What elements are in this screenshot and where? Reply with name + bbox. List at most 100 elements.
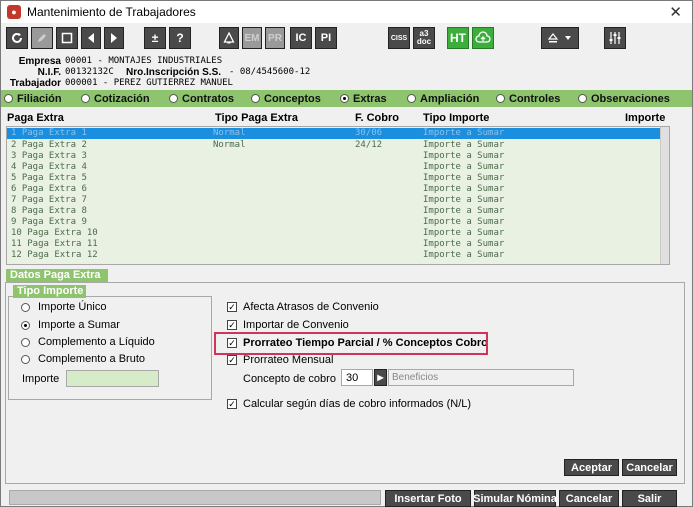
eject-dropdown-button[interactable] <box>541 27 579 49</box>
concepto-cobro-label: Concepto de cobro <box>243 373 336 385</box>
option-importe-a-sumar[interactable]: Importe a Sumar <box>21 319 120 331</box>
tab-radio <box>496 94 505 103</box>
col-paga-extra: Paga Extra <box>7 112 64 124</box>
previous-button[interactable] <box>81 27 101 49</box>
checkbox: ✓ <box>227 301 237 312</box>
insertar-foto-button[interactable]: Insertar Foto <box>385 490 471 507</box>
table-row[interactable]: 5 Paga Extra 5 Importe a Sumar <box>7 173 661 184</box>
cell-tipo-importe: Importe a Sumar <box>423 173 505 183</box>
cloud-upload-button[interactable] <box>472 27 494 49</box>
highlight-box <box>214 332 488 355</box>
cancelar-footer-button[interactable]: Cancelar <box>559 490 619 507</box>
tab-contratos[interactable]: Contratos <box>169 91 234 106</box>
tab-label: Observaciones <box>591 92 670 105</box>
importe-input[interactable] <box>66 370 159 387</box>
next-button[interactable] <box>104 27 124 49</box>
table-row[interactable]: 9 Paga Extra 9 Importe a Sumar <box>7 217 661 228</box>
concepto-description-field: Beneficios <box>388 369 574 386</box>
table-row[interactable]: 3 Paga Extra 3 Importe a Sumar <box>7 151 661 162</box>
edit-button[interactable] <box>31 27 53 49</box>
main-window: ● Mantenimiento de Trabajadores ✕ ± ? EM… <box>0 0 693 507</box>
close-icon[interactable]: ✕ <box>669 3 682 21</box>
empresa-value: 00001 - MONTAJES INDUSTRIALES <box>65 56 223 66</box>
calcular-dias-checkbox[interactable]: ✓ Calcular según días de cobro informados… <box>227 398 471 410</box>
tab-filiacion[interactable]: Filiación <box>4 91 62 106</box>
cell-tipo-importe: Importe a Sumar <box>423 239 505 249</box>
arrow-right-icon <box>111 33 117 43</box>
grid-scrollbar[interactable] <box>660 127 669 264</box>
window-title: Mantenimiento de Trabajadores <box>27 5 196 19</box>
salir-button[interactable]: Salir <box>622 490 677 507</box>
cell-paga: 11 Paga Extra 11 <box>11 239 98 249</box>
trabajador-value: 000001 - PEREZ GUTIERREZ MANUEL <box>65 78 233 88</box>
plus-minus-button[interactable]: ± <box>144 27 166 49</box>
table-row[interactable]: 7 Paga Extra 7 Importe a Sumar <box>7 195 661 206</box>
cell-tipo-importe: Importe a Sumar <box>423 162 505 172</box>
refresh-icon <box>12 32 22 43</box>
cell-paga: 10 Paga Extra 10 <box>11 228 98 238</box>
tab-conceptos[interactable]: Conceptos <box>251 91 321 106</box>
table-row[interactable]: 11 Paga Extra 11 Importe a Sumar <box>7 239 661 250</box>
ic-button[interactable]: IC <box>290 27 312 49</box>
tab-label: Contratos <box>182 92 234 105</box>
tab-ampliacion[interactable]: Ampliación <box>407 91 479 106</box>
nro-inscripcion-label: Nro.Inscripción S.S. <box>126 67 222 78</box>
ht-button[interactable]: HT <box>447 27 469 49</box>
tab-extras[interactable]: Extras <box>340 91 387 106</box>
pr-button[interactable]: PR <box>265 27 285 49</box>
bell-button[interactable] <box>219 27 239 49</box>
aceptar-button[interactable]: Aceptar <box>564 459 619 476</box>
table-row[interactable]: 8 Paga Extra 8 Importe a Sumar <box>7 206 661 217</box>
pi-button[interactable]: PI <box>315 27 337 49</box>
a3doc-button[interactable]: a3 doc <box>413 27 435 49</box>
tab-cotizacion[interactable]: Cotización <box>81 91 150 106</box>
radio-button-selected <box>21 320 30 330</box>
simular-nomina-button[interactable]: Simular Nómina <box>473 490 557 507</box>
grid-header: Paga Extra Tipo Paga Extra F. Cobro Tipo… <box>7 111 667 125</box>
prorrateo-mensual-checkbox[interactable]: ✓ Prorrateo Mensual <box>227 354 334 366</box>
help-button[interactable]: ? <box>169 27 191 49</box>
option-label: Complemento a Líquido <box>38 336 155 348</box>
concepto-lookup-button[interactable]: ▶ <box>374 369 387 386</box>
nro-inscripcion-value: - 08/4545600-12 <box>229 67 311 77</box>
table-row[interactable]: 1 Paga Extra 1 Normal 30/06 Importe a Sumar <box>7 128 661 139</box>
ciss-button[interactable]: CISS <box>388 27 410 49</box>
cell-paga: 7 Paga Extra 7 <box>11 195 87 205</box>
em-button[interactable]: EM <box>242 27 262 49</box>
pagas-extra-grid[interactable]: 1 Paga Extra 1 Normal 30/06 Importe a Sumar… <box>6 126 670 265</box>
table-row[interactable]: 2 Paga Extra 2 Normal 24/12 Importe a Sumar <box>7 140 661 151</box>
afecta-atrasos-checkbox[interactable]: ✓ Afecta Atrasos de Convenio <box>227 301 379 313</box>
table-row[interactable]: 4 Paga Extra 4 Importe a Sumar <box>7 162 661 173</box>
radio-button <box>21 354 30 364</box>
trabajador-label: Trabajador <box>9 78 61 89</box>
new-record-button[interactable] <box>56 27 78 49</box>
refresh-button[interactable] <box>6 27 28 49</box>
cancelar-button[interactable]: Cancelar <box>622 459 677 476</box>
checkbox-label: Afecta Atrasos de Convenio <box>243 301 379 313</box>
checkbox-label: Calcular según días de cobro informados … <box>243 398 472 410</box>
tab-radio <box>407 94 416 103</box>
nif-label: N.I.F. <box>37 67 61 78</box>
table-row[interactable]: 12 Paga Extra 12 Importe a Sumar <box>7 250 661 261</box>
option-complemento-bruto[interactable]: Complemento a Bruto <box>21 353 145 365</box>
option-complemento-liquido[interactable]: Complemento a Líquido <box>21 336 155 348</box>
concepto-code-input[interactable]: 30 <box>341 369 373 386</box>
cell-tipo-importe: Importe a Sumar <box>423 206 505 216</box>
tab-label: Filiación <box>17 92 62 105</box>
importar-convenio-checkbox[interactable]: ✓ Importar de Convenio <box>227 319 349 331</box>
settings-sliders-button[interactable] <box>604 27 626 49</box>
tab-controles[interactable]: Controles <box>496 91 560 106</box>
tab-radio <box>169 94 178 103</box>
table-row[interactable]: 6 Paga Extra 6 Importe a Sumar <box>7 184 661 195</box>
col-importe: Importe <box>625 112 666 124</box>
status-field <box>9 490 381 505</box>
cell-paga: 5 Paga Extra 5 <box>11 173 87 183</box>
option-importe-unico[interactable]: Importe Único <box>21 301 106 313</box>
cell-paga: 12 Paga Extra 12 <box>11 250 98 260</box>
checkbox: ✓ <box>227 398 237 409</box>
cell-paga: 8 Paga Extra 8 <box>11 206 87 216</box>
table-row[interactable]: 10 Paga Extra 10 Importe a Sumar <box>7 228 661 239</box>
option-label: Importe Único <box>38 301 107 313</box>
tab-observaciones[interactable]: Observaciones <box>578 91 670 106</box>
importe-label: Importe <box>22 373 60 385</box>
